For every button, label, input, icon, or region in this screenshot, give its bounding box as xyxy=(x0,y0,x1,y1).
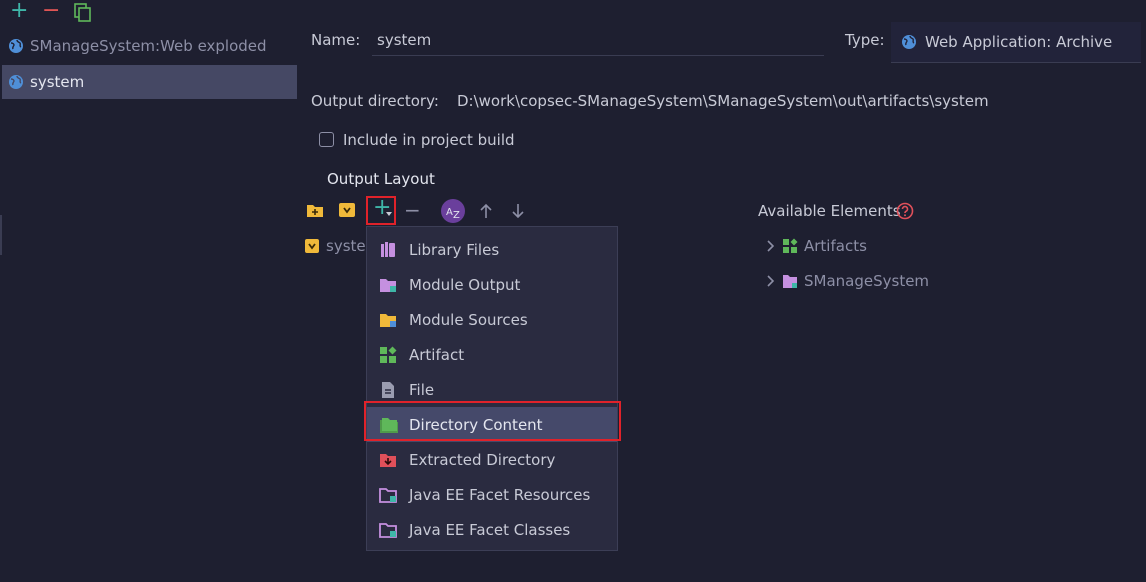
globe-icon xyxy=(8,74,24,90)
menu-item-label: Java EE Facet Classes xyxy=(409,520,571,539)
type-dropdown-value: Web Application: Archive xyxy=(925,33,1113,51)
artifact-list-item-label: system xyxy=(30,73,85,91)
menu-item-label: Java EE Facet Resources xyxy=(409,485,591,504)
menu-item-label: Module Output xyxy=(409,275,521,294)
chevron-right-icon xyxy=(766,240,774,252)
file-icon xyxy=(379,381,397,399)
available-elements-title: Available Elements xyxy=(758,202,901,220)
menu-item-module-output[interactable]: Module Output xyxy=(367,267,617,302)
splitter-handle[interactable] xyxy=(0,215,2,255)
name-input-underline xyxy=(372,55,824,56)
facet-resources-icon xyxy=(379,486,397,504)
help-icon[interactable] xyxy=(896,202,914,220)
menu-item-label: Extracted Directory xyxy=(409,450,556,469)
arrow-up-icon[interactable] xyxy=(479,203,493,219)
include-in-build-label[interactable]: Include in project build xyxy=(343,131,515,149)
type-dropdown[interactable]: Web Application: Archive xyxy=(891,22,1141,63)
add-element-menu: Library Files Module Output Module Sourc… xyxy=(366,226,618,551)
menu-item-extracted-directory[interactable]: Extracted Directory xyxy=(367,442,617,477)
remove-artifact-button[interactable]: − xyxy=(42,0,60,23)
svg-text:Z: Z xyxy=(453,210,460,221)
menu-item-library-files[interactable]: Library Files xyxy=(367,232,617,267)
artifacts-toolbar: + − xyxy=(8,0,98,24)
facet-classes-icon xyxy=(379,521,397,539)
available-tree-item-smanagesystem[interactable]: SManageSystem xyxy=(766,272,929,290)
add-artifact-button[interactable]: + xyxy=(10,0,28,23)
globe-icon xyxy=(901,34,917,50)
menu-item-label: Module Sources xyxy=(409,310,528,329)
name-input[interactable]: system xyxy=(377,31,431,49)
module-output-icon xyxy=(379,276,397,294)
output-layout-title: Output Layout xyxy=(327,170,435,188)
artifact-list-item-label: SManageSystem:Web exploded xyxy=(30,37,267,55)
library-icon xyxy=(379,241,397,259)
name-label: Name: xyxy=(311,31,361,49)
arrow-down-icon[interactable] xyxy=(511,203,525,219)
available-tree-item-label: Artifacts xyxy=(804,237,867,255)
remove-element-button[interactable]: − xyxy=(404,198,421,222)
available-tree-item-artifacts[interactable]: Artifacts xyxy=(766,237,867,255)
copy-artifact-button[interactable] xyxy=(74,3,92,23)
menu-item-label: Library Files xyxy=(409,240,500,259)
extracted-directory-icon xyxy=(379,451,397,469)
module-folder-icon xyxy=(782,273,798,289)
menu-item-label: File xyxy=(409,380,435,399)
add-button-highlight xyxy=(366,196,396,225)
type-label: Type: xyxy=(845,31,885,49)
artifact-icon xyxy=(379,346,397,364)
directory-content-highlight xyxy=(364,401,621,441)
artifact-icon xyxy=(782,238,798,254)
output-directory-label: Output directory: xyxy=(311,92,439,110)
available-tree-item-label: SManageSystem xyxy=(804,272,930,290)
include-in-build-checkbox[interactable] xyxy=(319,132,334,147)
output-directory-input[interactable]: D:\work\copsec-SManageSystem\SManageSyst… xyxy=(457,92,989,110)
menu-item-artifact[interactable]: Artifact xyxy=(367,337,617,372)
artifact-list-item-web-exploded[interactable]: SManageSystem:Web exploded xyxy=(2,29,297,63)
menu-item-label: Artifact xyxy=(409,345,465,364)
archive-icon xyxy=(304,238,320,254)
chevron-right-icon xyxy=(766,275,774,287)
globe-icon xyxy=(8,38,24,54)
menu-item-facet-classes[interactable]: Java EE Facet Classes xyxy=(367,512,617,547)
module-sources-icon xyxy=(379,311,397,329)
sort-elements-icon[interactable]: AZ xyxy=(440,198,466,224)
svg-text:A: A xyxy=(446,207,453,218)
menu-item-facet-resources[interactable]: Java EE Facet Resources xyxy=(367,477,617,512)
create-archive-icon[interactable] xyxy=(338,202,356,218)
artifact-list-item-system[interactable]: system xyxy=(2,65,297,99)
create-directory-icon[interactable] xyxy=(306,202,324,218)
menu-item-module-sources[interactable]: Module Sources xyxy=(367,302,617,337)
